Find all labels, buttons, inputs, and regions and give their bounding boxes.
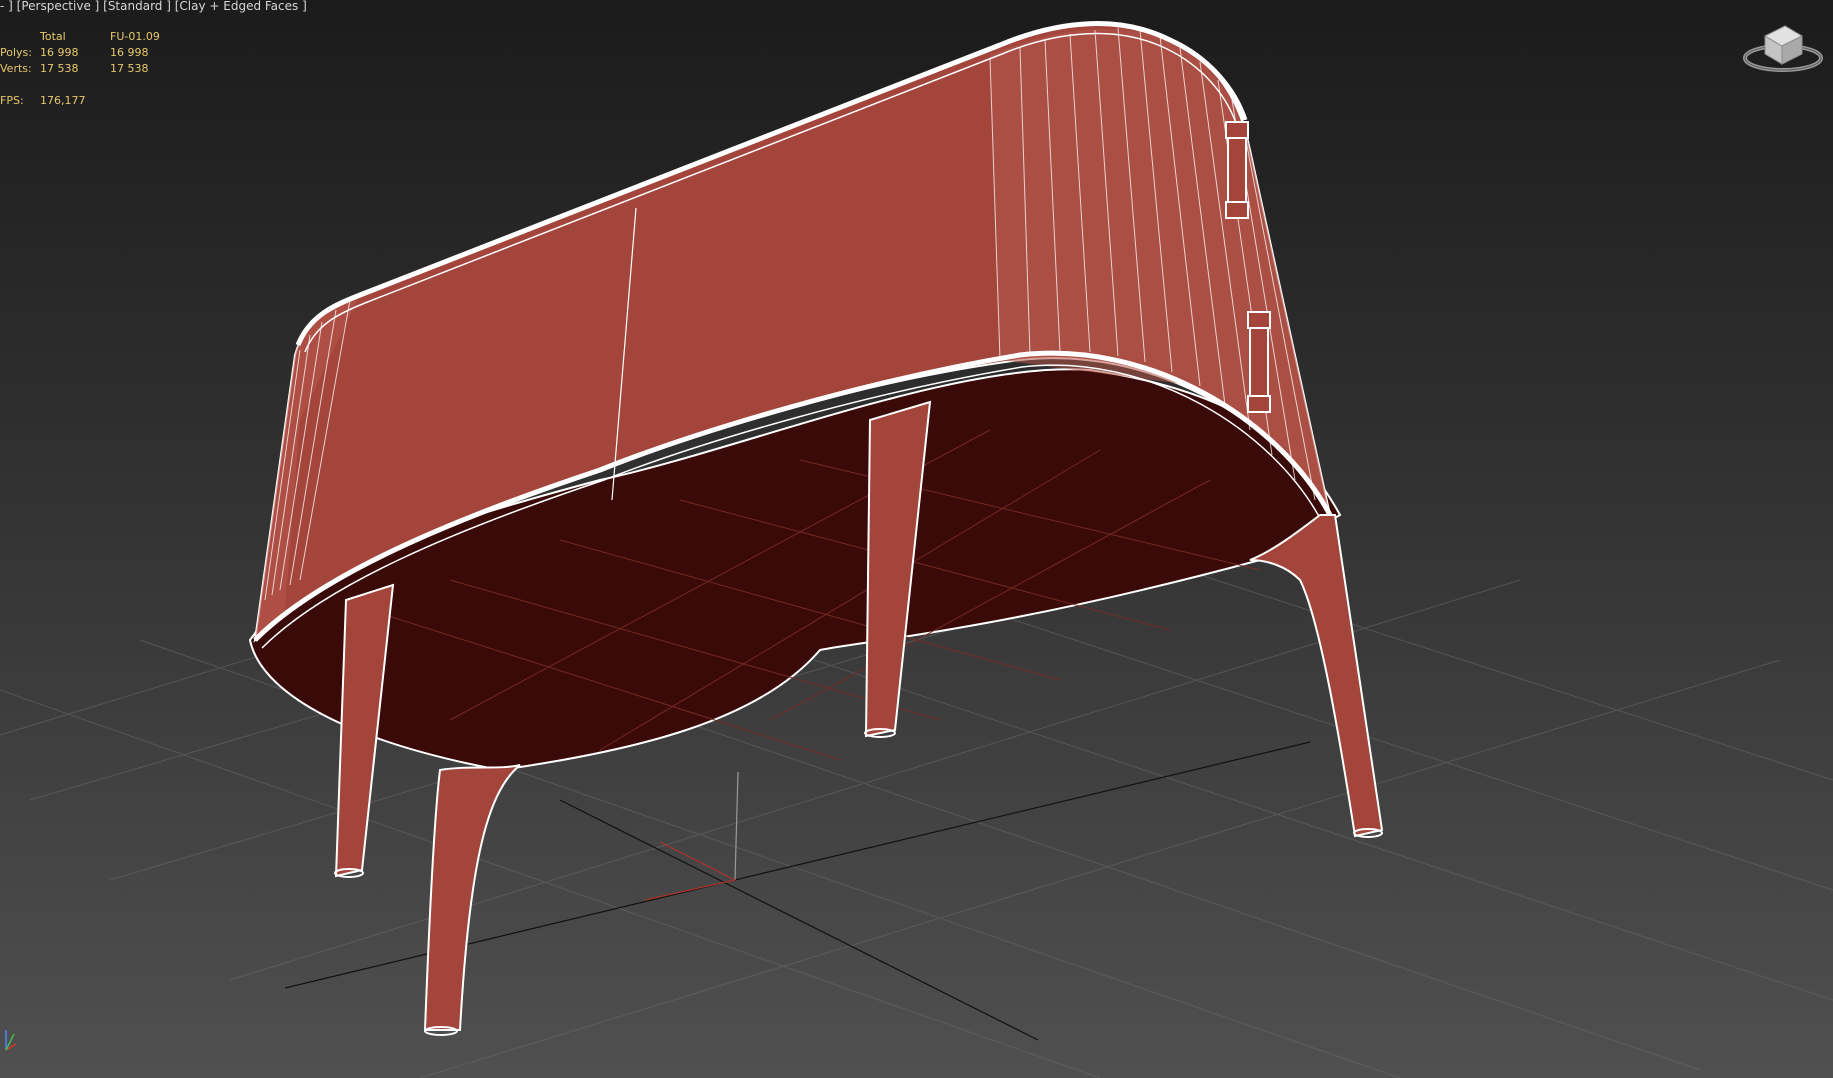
hinge-bottom <box>1247 311 1271 413</box>
scene-canvas[interactable] <box>0 0 1833 1078</box>
hinge-top <box>1225 121 1249 219</box>
leg-front-center <box>423 764 521 1031</box>
leg-front-right <box>1249 514 1384 838</box>
sideboard-model[interactable] <box>248 21 1384 1036</box>
perspective-viewport[interactable]: - ] [Perspective ] [Standard ] [Clay + E… <box>0 0 1833 1078</box>
viewcube-icon[interactable] <box>1740 14 1826 78</box>
axis-tripod-icon <box>5 1030 17 1051</box>
